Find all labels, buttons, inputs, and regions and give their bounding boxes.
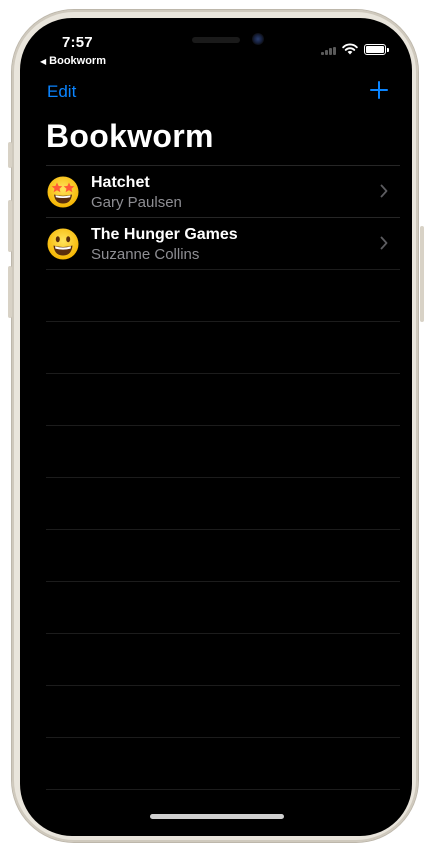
empty-list-row	[46, 685, 400, 737]
list-item[interactable]: The Hunger Games Suzanne Collins	[46, 217, 400, 269]
book-list: Hatchet Gary Paulsen The Hunger Games Su…	[46, 165, 400, 836]
star-struck-emoji-icon	[47, 176, 79, 208]
empty-list-row	[46, 321, 400, 373]
empty-list-row	[46, 789, 400, 836]
status-bar: 7:57 ◀ Bookworm	[20, 18, 412, 68]
empty-list-row	[46, 633, 400, 685]
home-indicator[interactable]	[150, 814, 284, 819]
empty-list-row	[46, 269, 400, 321]
back-triangle-icon: ◀	[40, 57, 47, 66]
volume-down-button	[8, 266, 12, 318]
plus-icon[interactable]	[369, 80, 389, 100]
empty-list-row	[46, 737, 400, 789]
status-time: 7:57	[62, 34, 93, 51]
wifi-icon	[342, 43, 358, 55]
empty-list-row	[46, 529, 400, 581]
list-item[interactable]: Hatchet Gary Paulsen	[46, 165, 400, 217]
edit-button[interactable]: Edit	[47, 82, 76, 102]
battery-icon	[364, 44, 389, 55]
power-button	[420, 226, 424, 322]
back-app-label: Bookworm	[49, 55, 106, 67]
empty-list-row	[46, 581, 400, 633]
chevron-right-icon	[380, 236, 388, 250]
book-title: Hatchet	[91, 174, 150, 191]
chevron-right-icon	[380, 184, 388, 198]
book-author: Suzanne Collins	[91, 246, 200, 263]
action-button	[8, 142, 12, 168]
speaker-grille	[192, 37, 240, 43]
signal-icon	[321, 47, 337, 55]
book-title: The Hunger Games	[91, 226, 238, 243]
volume-up-button	[8, 200, 12, 252]
page-title: Bookworm	[46, 118, 214, 154]
front-camera	[252, 33, 264, 45]
empty-list-row	[46, 477, 400, 529]
empty-list-row	[46, 373, 400, 425]
empty-list-row	[46, 425, 400, 477]
grinning-emoji-icon	[47, 228, 79, 260]
book-author: Gary Paulsen	[91, 194, 182, 211]
back-to-app-link[interactable]: ◀ Bookworm	[40, 55, 106, 67]
screen: 7:57 ◀ Bookworm Edit Bookworm Hatchet Ga…	[20, 18, 412, 836]
